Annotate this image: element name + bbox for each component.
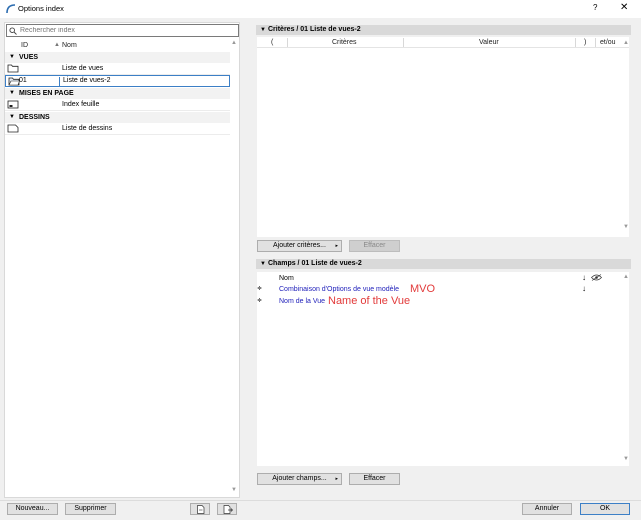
criteria-column: Critères — [332, 39, 357, 46]
item-name-edit-field[interactable]: Liste de vues-2 — [59, 77, 110, 87]
criteria-section-header[interactable]: ▼ Critères / 01 Liste de vues-2 — [256, 25, 631, 35]
export-document-icon — [223, 505, 233, 514]
name-column-header[interactable]: Nom — [62, 42, 77, 49]
sort-arrow-icon[interactable]: ↓ — [582, 273, 586, 282]
field-name: Combinaison d'Options de vue modèle — [279, 286, 400, 293]
fields-table-header: Nom ↓ — [257, 273, 617, 284]
fields-scrollbar[interactable]: ▲ ▼ — [622, 274, 630, 466]
annotation-name-of-the-vue: Name of the Vue — [328, 295, 411, 307]
cancel-button[interactable]: Annuler — [522, 503, 572, 515]
export-button[interactable] — [217, 503, 237, 515]
import-button[interactable] — [190, 503, 210, 515]
list-item-index-feuille[interactable]: Index feuille — [5, 99, 230, 111]
item-name: Index feuille — [62, 101, 100, 108]
window-title: Options index — [18, 4, 64, 13]
group-vues[interactable]: ▼ VUES — [5, 52, 230, 63]
name-column-header: Nom — [279, 275, 294, 282]
group-label: VUES — [19, 54, 39, 61]
chevron-down-icon[interactable]: ▼ — [9, 90, 15, 96]
clear-fields-button[interactable]: Effacer — [349, 473, 400, 485]
index-list-header: ID ▲ Nom — [5, 41, 230, 51]
close-paren-column: ) — [584, 39, 587, 46]
field-row[interactable]: ≑ Combinaison d'Options de vue modèle MV… — [257, 283, 617, 295]
list-item-liste-de-dessins[interactable]: Liste de dessins — [5, 123, 230, 135]
folder-icon — [7, 64, 19, 73]
new-button[interactable]: Nouveau... — [7, 503, 58, 515]
visibility-icon[interactable] — [591, 274, 602, 281]
add-criteria-button[interactable]: Ajouter critères... ▸ — [257, 240, 342, 252]
group-mises-en-page[interactable]: ▼ MISES EN PAGE — [5, 88, 230, 99]
fields-section-title: Champs / 01 Liste de vues-2 — [268, 260, 362, 267]
search-box[interactable] — [6, 24, 239, 37]
scroll-up-icon[interactable]: ▲ — [623, 274, 629, 280]
caret-right-icon: ▸ — [335, 476, 338, 482]
sort-ascending-icon[interactable]: ▲ — [54, 42, 60, 48]
criteria-scrollbar[interactable]: ▲ ▼ — [622, 40, 630, 234]
scroll-down-icon[interactable]: ▼ — [231, 487, 237, 493]
drag-handle-icon[interactable]: ≑ — [257, 285, 262, 292]
scroll-up-icon[interactable]: ▲ — [231, 40, 237, 46]
item-name: Liste de vues — [62, 65, 104, 72]
item-name: Liste de dessins — [62, 125, 113, 132]
title-bar: Options index ? ✕ — [0, 0, 641, 18]
close-button[interactable]: ✕ — [620, 2, 628, 13]
fields-table: Nom ↓ ≑ Combinaison d'Options de vue mod… — [257, 272, 629, 466]
add-fields-button[interactable]: Ajouter champs... ▸ — [257, 473, 342, 485]
drawing-sheet-icon — [7, 124, 19, 133]
and-or-column: et/ou — [600, 39, 616, 46]
help-button[interactable]: ? — [593, 3, 597, 12]
fields-section-header[interactable]: ▼ Champs / 01 Liste de vues-2 — [256, 259, 631, 269]
scroll-up-icon[interactable]: ▲ — [623, 40, 629, 46]
id-column-header[interactable]: ID — [21, 42, 28, 49]
field-row[interactable]: ≑ Nom de la Vue Name of the Vue — [257, 295, 617, 307]
value-column: Valeur — [479, 39, 499, 46]
group-label: MISES EN PAGE — [19, 90, 74, 97]
add-fields-label: Ajouter champs... — [272, 475, 327, 482]
item-id: 01 — [19, 77, 27, 84]
new-document-icon — [197, 505, 205, 514]
criteria-table-header: ( Critères Valeur ) et/ou — [257, 37, 629, 48]
app-logo-icon — [6, 4, 16, 14]
group-label: DESSINS — [19, 114, 50, 121]
chevron-down-icon[interactable]: ▼ — [260, 27, 266, 33]
add-criteria-label: Ajouter critères... — [273, 242, 326, 249]
search-icon — [9, 27, 17, 35]
delete-button[interactable]: Supprimer — [65, 503, 116, 515]
search-input[interactable] — [20, 25, 230, 36]
drag-handle-icon[interactable]: ≑ — [257, 297, 262, 304]
scroll-down-icon[interactable]: ▼ — [623, 456, 629, 462]
scroll-down-icon[interactable]: ▼ — [623, 224, 629, 230]
clear-criteria-button[interactable]: Effacer — [349, 240, 400, 252]
group-dessins[interactable]: ▼ DESSINS — [5, 112, 230, 123]
left-scrollbar[interactable]: ▲ ▼ — [230, 40, 238, 496]
caret-right-icon: ▸ — [335, 243, 338, 249]
list-item-liste-de-vues-2[interactable]: 01 Liste de vues-2 — [5, 75, 230, 87]
ok-button[interactable]: OK — [580, 503, 630, 515]
chevron-down-icon[interactable]: ▼ — [9, 114, 15, 120]
layout-sheet-icon — [7, 100, 19, 109]
criteria-table: ( Critères Valeur ) et/ou — [257, 37, 629, 237]
chevron-down-icon[interactable]: ▼ — [9, 54, 15, 60]
footer-divider — [0, 500, 641, 501]
open-paren-column: ( — [271, 39, 274, 46]
sort-arrow-icon[interactable]: ↓ — [582, 284, 586, 293]
criteria-section-title: Critères / 01 Liste de vues-2 — [268, 26, 361, 33]
list-item-liste-de-vues[interactable]: Liste de vues — [5, 63, 230, 75]
field-name: Nom de la Vue — [279, 298, 326, 305]
annotation-mvo: MVO — [410, 283, 436, 295]
chevron-down-icon[interactable]: ▼ — [260, 261, 266, 267]
